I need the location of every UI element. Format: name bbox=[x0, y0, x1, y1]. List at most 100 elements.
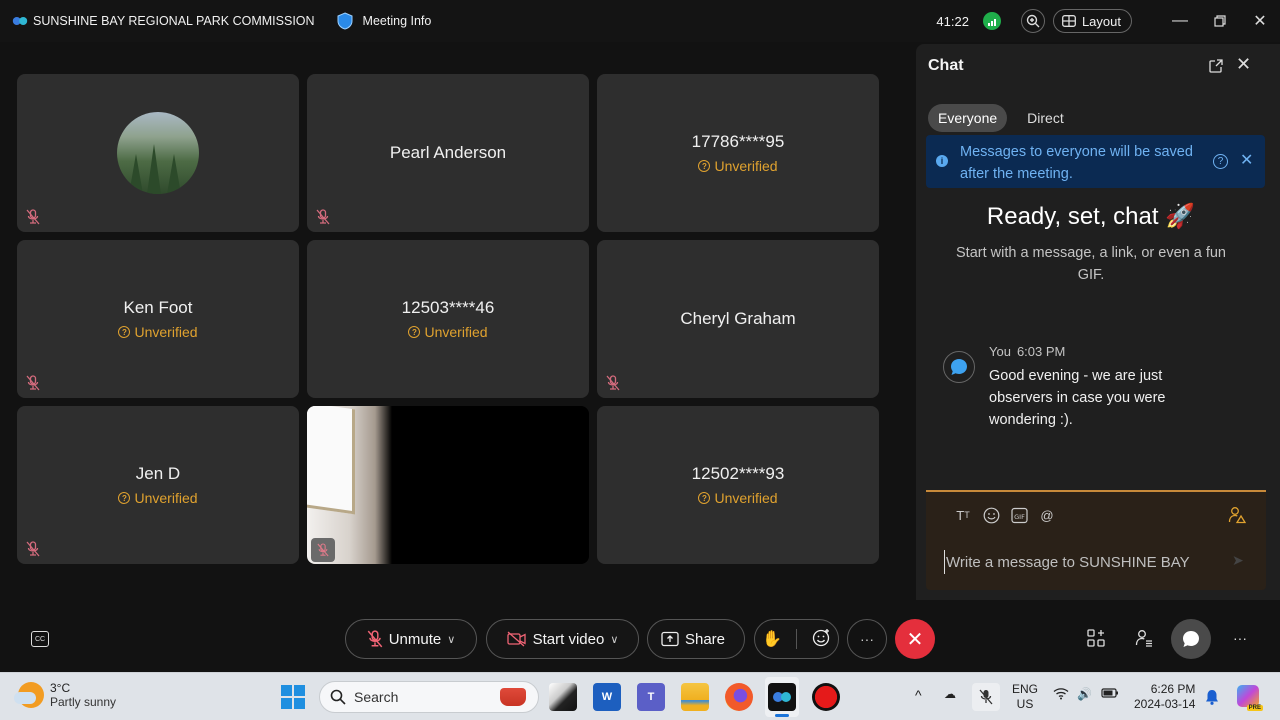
unmute-label: Unmute bbox=[388, 630, 442, 648]
gif-icon[interactable]: GIF bbox=[1010, 506, 1028, 524]
muted-badge bbox=[311, 538, 335, 562]
unverified-badge: ? Unverified bbox=[698, 158, 778, 174]
language-indicator[interactable]: ENG US bbox=[1012, 682, 1038, 712]
emoji-icon[interactable] bbox=[982, 506, 1000, 524]
participants-icon[interactable] bbox=[1135, 629, 1153, 647]
taskbar-search[interactable]: Search bbox=[319, 681, 539, 713]
participant-grid: Pearl Anderson 17786****95 ? Unverified K… bbox=[17, 74, 879, 564]
participant-avatar bbox=[117, 112, 199, 194]
participant-tile[interactable]: Jen D ? Unverified bbox=[17, 406, 299, 564]
reaction-emoji-icon[interactable] bbox=[812, 628, 831, 651]
notice-text: Messages to everyone will be saved after… bbox=[960, 144, 1193, 182]
participant-tile[interactable]: Ken Foot ? Unverified bbox=[17, 240, 299, 398]
search-placeholder: Search bbox=[354, 689, 399, 705]
chat-title: Chat bbox=[928, 57, 964, 74]
teams-icon[interactable]: T bbox=[637, 683, 665, 711]
participant-name: Cheryl Graham bbox=[680, 309, 796, 328]
layout-button[interactable]: Layout bbox=[1052, 9, 1132, 33]
chat-bubble-icon bbox=[951, 359, 967, 375]
send-icon[interactable]: ➤ bbox=[1232, 552, 1244, 569]
rocket-icon: 🚀 bbox=[1165, 203, 1196, 230]
person-warning-icon[interactable] bbox=[1228, 506, 1246, 524]
pop-out-icon[interactable] bbox=[1208, 58, 1224, 74]
unverified-label: Unverified bbox=[134, 324, 198, 340]
onedrive-sync-icon[interactable]: ☁ bbox=[944, 687, 956, 701]
start-button[interactable] bbox=[281, 685, 305, 709]
wifi-icon[interactable] bbox=[1053, 687, 1069, 703]
participant-name: 12502****93 bbox=[691, 464, 785, 483]
close-icon: ✕ bbox=[906, 628, 924, 651]
tab-direct[interactable]: Direct bbox=[1017, 104, 1074, 132]
taskbar-clock[interactable]: 6:26 PM 2024-03-14 bbox=[1134, 682, 1195, 712]
chat-toggle-button[interactable] bbox=[1171, 619, 1211, 659]
message-time: 6:03 PM bbox=[1016, 344, 1066, 359]
unverified-badge: ? Unverified bbox=[118, 490, 198, 506]
weather-desc: Partly sunny bbox=[50, 695, 117, 709]
mention-icon[interactable]: @ bbox=[1038, 506, 1056, 524]
unverified-badge: ? Unverified bbox=[698, 490, 778, 506]
text-format-icon[interactable]: TT bbox=[954, 506, 972, 524]
unmute-button[interactable]: Unmute ∨ bbox=[345, 619, 477, 659]
word-icon[interactable]: W bbox=[593, 683, 621, 711]
chat-panel: Chat ✕ Everyone Direct i Messages to eve… bbox=[916, 44, 1280, 600]
share-screen-icon bbox=[661, 631, 679, 647]
video-feed-window bbox=[307, 406, 355, 515]
tab-everyone[interactable]: Everyone bbox=[928, 104, 1008, 132]
participant-video-tile[interactable] bbox=[307, 406, 589, 564]
help-icon[interactable]: ? bbox=[1213, 154, 1228, 169]
participant-tile[interactable]: 12502****93 ? Unverified bbox=[597, 406, 879, 564]
windows-taskbar: 3°C Partly sunny Search W T ^ ☁ ENG US 🔊 … bbox=[0, 672, 1280, 720]
dismiss-notice-button[interactable]: ✕ bbox=[1240, 150, 1253, 170]
layout-label: Layout bbox=[1081, 13, 1121, 29]
unverified-badge: ? Unverified bbox=[118, 324, 198, 340]
start-video-button[interactable]: Start video ∨ bbox=[486, 619, 639, 659]
closed-captions-button[interactable]: CC bbox=[31, 631, 49, 647]
zoom-in-button[interactable] bbox=[1020, 9, 1045, 33]
copilot-badge: PRE bbox=[1246, 705, 1263, 711]
recorder-icon[interactable] bbox=[812, 683, 840, 711]
unverified-label: Unverified bbox=[424, 324, 488, 340]
empty-state-subtitle: Start with a message, a link, or even a … bbox=[956, 245, 1226, 283]
raise-hand-icon[interactable]: ✋ bbox=[762, 629, 782, 649]
meeting-info-button[interactable]: Meeting Info bbox=[337, 12, 431, 30]
restore-button[interactable] bbox=[1200, 0, 1240, 42]
task-view-icon[interactable] bbox=[549, 683, 577, 711]
more-actions-button[interactable]: ··· bbox=[1233, 630, 1247, 646]
participant-tile[interactable]: 17786****95 ? Unverified bbox=[597, 74, 879, 232]
minimize-button[interactable]: — bbox=[1160, 0, 1200, 42]
apps-icon[interactable] bbox=[1087, 629, 1105, 647]
connection-signal-icon[interactable] bbox=[982, 12, 1001, 30]
region-code: US bbox=[1016, 697, 1034, 711]
participant-tile[interactable] bbox=[17, 74, 299, 232]
participant-tile[interactable]: Cheryl Graham bbox=[597, 240, 879, 398]
unverified-label: Unverified bbox=[714, 490, 778, 506]
message-sender: You bbox=[989, 344, 1011, 359]
message-text: Good evening - we are just observers in … bbox=[989, 368, 1166, 428]
weather-widget[interactable]: 3°C Partly sunny bbox=[14, 681, 117, 709]
close-chat-button[interactable]: ✕ bbox=[1236, 54, 1251, 75]
participant-tile[interactable]: Pearl Anderson bbox=[307, 74, 589, 232]
shield-icon bbox=[337, 12, 353, 30]
share-button[interactable]: Share bbox=[647, 619, 745, 659]
leave-meeting-button[interactable]: ✕ bbox=[895, 619, 935, 659]
show-hidden-icons-chevron[interactable]: ^ bbox=[915, 687, 922, 703]
close-window-button[interactable]: ✕ bbox=[1240, 0, 1280, 42]
divider bbox=[796, 629, 798, 649]
file-explorer-icon[interactable] bbox=[681, 683, 709, 711]
more-options-button[interactable]: ··· bbox=[847, 619, 887, 659]
battery-icon[interactable] bbox=[1101, 687, 1119, 702]
chevron-down-icon[interactable]: ∨ bbox=[447, 633, 455, 646]
message-input[interactable] bbox=[944, 550, 1214, 574]
clock-date: 2024-03-14 bbox=[1134, 697, 1196, 711]
copilot-icon[interactable]: PRE bbox=[1237, 685, 1263, 711]
firefox-icon[interactable] bbox=[725, 683, 753, 711]
chevron-down-icon[interactable]: ∨ bbox=[610, 633, 618, 646]
unverified-label: Unverified bbox=[714, 158, 778, 174]
webex-taskbar-icon[interactable] bbox=[768, 683, 796, 711]
notification-bell-icon[interactable] bbox=[1205, 689, 1219, 705]
participant-tile[interactable]: 12503****46 ? Unverified bbox=[307, 240, 589, 398]
mic-muted-tray-icon[interactable] bbox=[972, 683, 1000, 711]
video-off-icon bbox=[506, 631, 526, 647]
chat-tabs: Everyone Direct bbox=[928, 104, 1074, 132]
volume-icon[interactable]: 🔊 bbox=[1077, 687, 1092, 701]
